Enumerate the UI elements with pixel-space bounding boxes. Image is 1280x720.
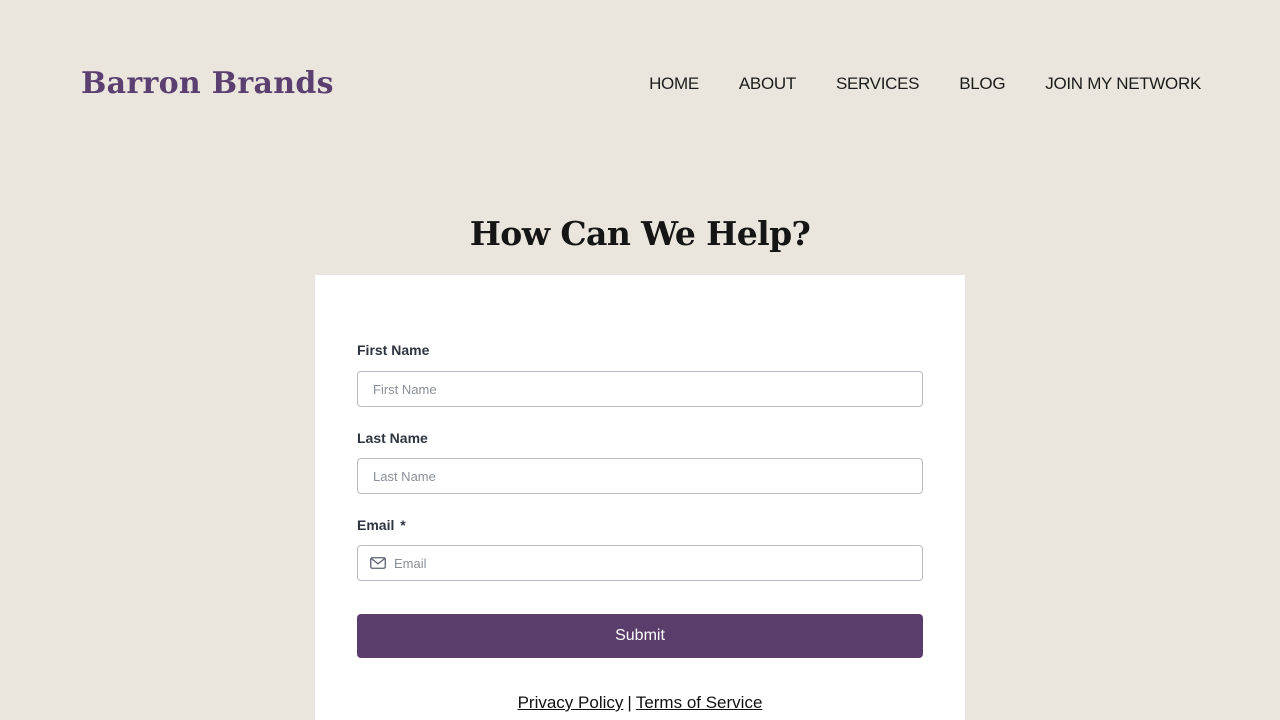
nav-join-my-network[interactable]: JOIN MY NETWORK bbox=[1045, 74, 1201, 94]
nav-blog[interactable]: BLOG bbox=[959, 74, 1005, 94]
brand-logo[interactable]: Barron Brands bbox=[81, 66, 334, 101]
last-name-label: Last Name bbox=[357, 430, 428, 446]
required-marker: * bbox=[400, 517, 406, 533]
first-name-input[interactable] bbox=[357, 371, 923, 407]
last-name-label-text: Last Name bbox=[357, 430, 428, 446]
link-separator: | bbox=[627, 693, 632, 712]
legal-links: Privacy Policy | Terms of Service bbox=[315, 693, 965, 713]
nav-services[interactable]: SERVICES bbox=[836, 74, 920, 94]
page: Barron Brands HOME ABOUT SERVICES BLOG J… bbox=[0, 0, 1280, 720]
email-label-text: Email bbox=[357, 517, 395, 533]
first-name-label: First Name bbox=[357, 342, 430, 358]
email-input[interactable] bbox=[357, 545, 923, 581]
privacy-policy-link[interactable]: Privacy Policy bbox=[518, 693, 624, 712]
email-label: Email * bbox=[357, 517, 406, 533]
main-nav: HOME ABOUT SERVICES BLOG JOIN MY NETWORK bbox=[649, 74, 1201, 94]
nav-home[interactable]: HOME bbox=[649, 74, 699, 94]
submit-button[interactable]: Submit bbox=[357, 614, 923, 658]
nav-about[interactable]: ABOUT bbox=[739, 74, 796, 94]
contact-form-card: First Name Last Name Email * Submit Priv… bbox=[315, 275, 965, 720]
terms-of-service-link[interactable]: Terms of Service bbox=[636, 693, 763, 712]
page-title: How Can We Help? bbox=[469, 214, 811, 253]
mail-icon bbox=[370, 557, 386, 569]
last-name-input[interactable] bbox=[357, 458, 923, 494]
